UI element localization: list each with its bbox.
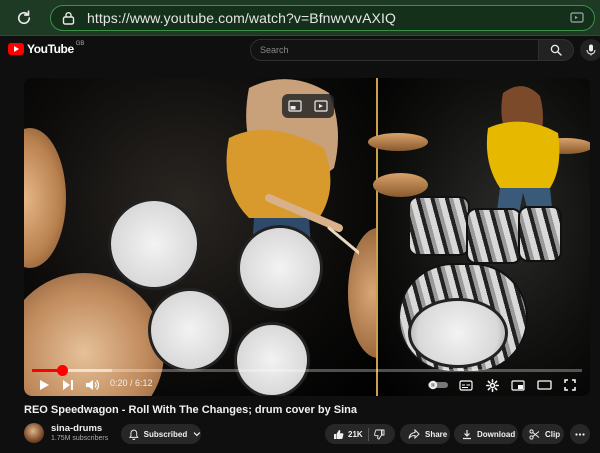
lock-icon[interactable] [61, 11, 75, 25]
like-button[interactable]: 21K [333, 429, 363, 440]
rack-tom-2 [466, 208, 522, 264]
bell-icon [129, 429, 139, 440]
progress-bar[interactable] [32, 365, 582, 376]
rack-tom-3 [518, 206, 562, 262]
autoplay-toggle[interactable] [426, 376, 450, 394]
theater-mode-button[interactable] [534, 376, 554, 394]
subscribed-button[interactable]: Subscribed [121, 424, 201, 444]
region-code: GB [75, 41, 85, 47]
share-button[interactable]: Share [400, 424, 450, 444]
next-icon [63, 380, 73, 390]
thumbs-down-icon [373, 429, 385, 439]
channel-name[interactable]: sina-drums [51, 423, 102, 434]
subtitles-button[interactable] [456, 376, 476, 394]
scissors-icon [529, 428, 540, 440]
time-total: 6:12 [135, 378, 153, 388]
like-count: 21K [348, 429, 363, 439]
download-label: Download [477, 429, 516, 439]
tom-drum-right [237, 225, 323, 311]
youtube-header: YouTube GB Search [0, 36, 600, 64]
miniplayer-button[interactable] [508, 376, 528, 394]
minimize-player-icon[interactable] [288, 100, 302, 112]
more-horizontal-icon [575, 432, 585, 436]
player-controls: 0:20 / 6:12 [24, 374, 590, 396]
video-frame-right [368, 78, 590, 396]
youtube-play-icon [8, 43, 24, 55]
settings-button[interactable] [482, 376, 502, 394]
share-label: Share [425, 429, 448, 439]
more-actions-button[interactable] [570, 424, 590, 444]
search-input[interactable]: Search [250, 39, 540, 61]
share-icon [408, 429, 420, 439]
subtitles-icon [459, 379, 473, 391]
download-button[interactable]: Download [454, 424, 518, 444]
address-bar[interactable]: https://www.youtube.com/watch?v=BfnwvvvA… [50, 5, 595, 31]
video-frame-left [24, 78, 408, 396]
fullscreen-button[interactable] [560, 376, 580, 394]
pip-controls [282, 94, 334, 118]
play-icon [40, 380, 49, 390]
tom-drum-left [108, 198, 200, 290]
clip-label: Clip [545, 429, 561, 439]
fullscreen-icon [564, 379, 576, 391]
time-separator: / [127, 378, 136, 388]
dislike-button[interactable] [373, 429, 385, 440]
download-icon [463, 429, 471, 439]
like-divider [367, 427, 369, 441]
floor-tom-left [148, 288, 232, 372]
thumbs-up-icon [334, 429, 344, 439]
subscriber-count: 1.75M subscribers [51, 435, 109, 442]
clip-button[interactable]: Clip [522, 424, 564, 444]
drummer-figure-right [486, 86, 560, 218]
browser-toolbar: https://www.youtube.com/watch?v=BfnwvvvA… [0, 0, 600, 36]
rack-tom-1 [408, 196, 470, 256]
bass-drum-head [408, 298, 508, 368]
volume-icon [86, 380, 99, 390]
like-dislike-group: 21K [325, 424, 395, 444]
miniplayer-icon[interactable] [314, 100, 328, 112]
time-display: 0:20 / 6:12 [110, 378, 153, 388]
channel-row: sina-drums 1.75M subscribers Subscribed … [24, 421, 594, 449]
gear-icon [485, 378, 499, 392]
autoplay-toggle-icon [428, 380, 448, 390]
video-player[interactable]: 0:20 / 6:12 [24, 78, 590, 396]
channel-avatar[interactable] [24, 423, 44, 443]
time-current: 0:20 [110, 378, 128, 388]
search-icon [550, 44, 562, 56]
cymbal-right-2 [373, 173, 428, 197]
volume-button[interactable] [82, 376, 102, 394]
video-title: REO Speedwagon - Roll With The Changes; … [24, 404, 357, 416]
subscribed-label: Subscribed [143, 429, 188, 439]
search-button[interactable] [538, 39, 574, 61]
logo-text: YouTube [27, 42, 74, 56]
voice-search-button[interactable] [580, 39, 600, 61]
microphone-icon [586, 44, 596, 56]
chevron-down-icon [193, 432, 201, 437]
cymbal-right-1 [368, 133, 428, 151]
youtube-logo[interactable]: YouTube GB [8, 41, 85, 56]
reload-icon[interactable] [9, 3, 39, 33]
play-button[interactable] [34, 376, 54, 394]
next-button[interactable] [58, 376, 78, 394]
cast-icon[interactable] [570, 11, 584, 25]
miniplayer-icon [511, 379, 525, 391]
url-text[interactable]: https://www.youtube.com/watch?v=BfnwvvvA… [87, 10, 396, 26]
theater-mode-icon [536, 380, 552, 390]
cymbal-left [24, 128, 66, 268]
